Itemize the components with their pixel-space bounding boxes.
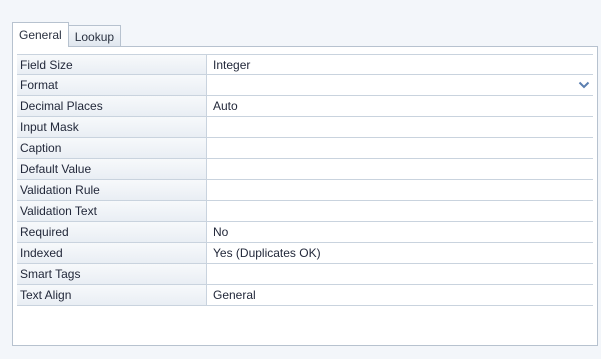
property-value-format[interactable]: [207, 75, 593, 95]
property-label[interactable]: Validation Text: [17, 201, 207, 221]
property-row-format: Format: [17, 75, 593, 96]
property-row-required: Required No: [17, 222, 593, 243]
property-value[interactable]: [207, 159, 593, 179]
property-row-decimal-places: Decimal Places Auto: [17, 96, 593, 117]
property-row-smart-tags: Smart Tags: [17, 264, 593, 285]
property-value[interactable]: No: [207, 222, 593, 242]
property-value[interactable]: [207, 138, 593, 158]
property-label[interactable]: Text Align: [17, 285, 207, 305]
property-value[interactable]: Integer: [207, 55, 593, 74]
property-label[interactable]: Validation Rule: [17, 180, 207, 200]
property-row-input-mask: Input Mask: [17, 117, 593, 138]
property-value[interactable]: [207, 117, 593, 137]
property-row-indexed: Indexed Yes (Duplicates OK): [17, 243, 593, 264]
property-row-validation-rule: Validation Rule: [17, 180, 593, 201]
property-value[interactable]: General: [207, 285, 593, 305]
property-label[interactable]: Caption: [17, 138, 207, 158]
property-label[interactable]: Decimal Places: [17, 96, 207, 116]
property-value[interactable]: Yes (Duplicates OK): [207, 243, 593, 263]
property-label[interactable]: Default Value: [17, 159, 207, 179]
property-label[interactable]: Format: [17, 75, 207, 95]
property-row-field-size: Field Size Integer: [17, 54, 593, 75]
properties-panel: Field Size Integer Format Decimal Places…: [12, 46, 598, 346]
field-properties-pane: General Lookup Field Size Integer Format: [0, 0, 601, 359]
property-row-text-align: Text Align General: [17, 285, 593, 306]
property-value[interactable]: [207, 180, 593, 200]
property-value[interactable]: [207, 201, 593, 221]
property-label[interactable]: Input Mask: [17, 117, 207, 137]
property-row-validation-text: Validation Text: [17, 201, 593, 222]
tab-general[interactable]: General: [12, 22, 69, 47]
property-tabs: General Lookup: [12, 22, 122, 47]
chevron-down-icon[interactable]: [577, 78, 591, 92]
tab-lookup[interactable]: Lookup: [67, 25, 122, 47]
property-label[interactable]: Field Size: [17, 55, 207, 74]
property-label[interactable]: Indexed: [17, 243, 207, 263]
properties-grid: Field Size Integer Format Decimal Places…: [17, 54, 593, 306]
property-value[interactable]: Auto: [207, 96, 593, 116]
property-row-default-value: Default Value: [17, 159, 593, 180]
property-value[interactable]: [207, 264, 593, 284]
property-label[interactable]: Required: [17, 222, 207, 242]
property-row-caption: Caption: [17, 138, 593, 159]
property-label[interactable]: Smart Tags: [17, 264, 207, 284]
